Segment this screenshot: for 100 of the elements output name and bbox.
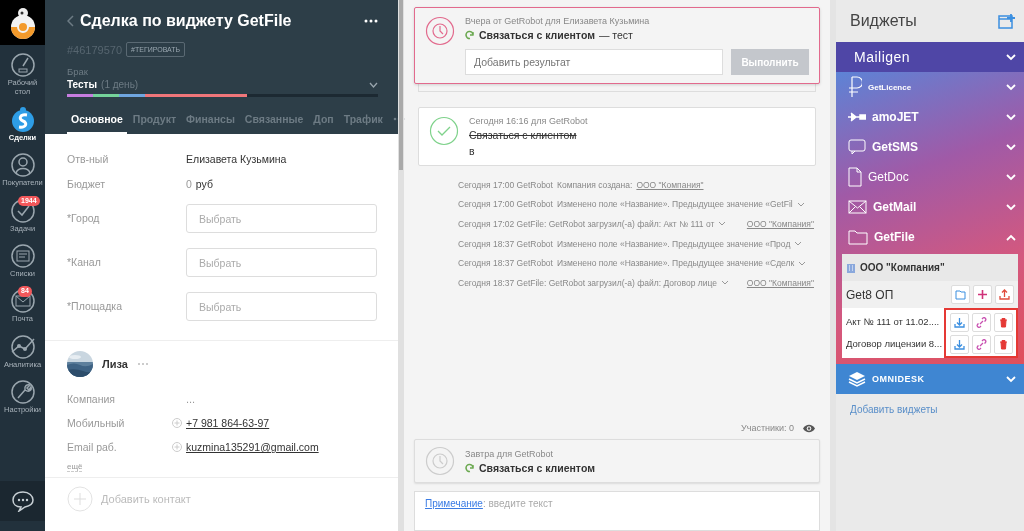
- chevron-down-icon[interactable]: [1006, 83, 1016, 91]
- chevron-down-icon[interactable]: [1006, 53, 1016, 61]
- eye-icon[interactable]: [802, 423, 816, 433]
- field-label: Мобильный: [67, 417, 126, 429]
- chevron-down-icon[interactable]: [1006, 113, 1016, 121]
- company-link[interactable]: ООО "Компания": [746, 277, 814, 288]
- building-icon: [846, 262, 856, 273]
- widget-name: GetDoc: [868, 170, 910, 184]
- deals-icon: [9, 106, 36, 133]
- folder-icon: [955, 289, 966, 300]
- tab[interactable]: Финансы: [182, 109, 239, 134]
- plus-icon: [172, 418, 182, 428]
- clock-icon: [425, 16, 455, 46]
- upload-button[interactable]: [995, 285, 1014, 304]
- chevron-up-icon[interactable]: [1006, 233, 1016, 241]
- trash-button[interactable]: [994, 334, 1013, 354]
- contact-name: Лиза: [102, 358, 128, 370]
- trash-button[interactable]: [994, 312, 1013, 332]
- caret-icon: [796, 201, 805, 207]
- document-icon: [848, 167, 862, 187]
- caret-icon: [721, 280, 730, 286]
- select-field[interactable]: Выбрать: [186, 291, 377, 321]
- plus-button[interactable]: [973, 285, 992, 304]
- field-label: Отв-ный: [67, 152, 110, 165]
- download-button[interactable]: [950, 334, 969, 354]
- widget-name: GetSMS: [872, 140, 919, 154]
- plane-icon: [848, 112, 866, 122]
- plus-icon: [172, 442, 182, 452]
- note-field[interactable]: Примечание: введите текст: [414, 491, 820, 531]
- caret-icon: [718, 221, 727, 227]
- event-meta: Сегодня 18:37 GetRobot: [458, 258, 553, 269]
- tab[interactable]: Связанные: [240, 109, 308, 134]
- task-meta: Сегодня 16:16 для GetRobot: [469, 116, 589, 126]
- task-comment: — тест: [598, 29, 633, 41]
- gauge-icon: [9, 52, 36, 78]
- file-name[interactable]: Договор лицензии 8...: [846, 332, 944, 354]
- ruble-icon: [848, 76, 862, 98]
- download-icon: [954, 316, 965, 328]
- select-field[interactable]: Выбрать: [186, 203, 377, 233]
- trash-icon: [998, 316, 1009, 328]
- add-widget-icon[interactable]: [998, 13, 1016, 29]
- tab[interactable]: Продукт: [128, 109, 181, 134]
- participants-count: Участники: 0: [741, 423, 794, 433]
- company-link[interactable]: ООО "Компания": [636, 179, 704, 190]
- event-meta: Сегодня 17:00 GetRobot: [458, 199, 553, 210]
- add-circle-icon: [67, 486, 93, 512]
- task-meta: Завтра для GetRobot: [465, 448, 555, 459]
- widget-name: OMNIDESK: [872, 374, 926, 384]
- more-icon: [364, 19, 378, 23]
- chevron-down-icon[interactable]: [1006, 375, 1016, 383]
- back-chevron-icon[interactable]: [67, 15, 74, 27]
- tab[interactable]: Основное: [67, 109, 127, 134]
- contact-link[interactable]: +7 981 864-63-97: [186, 417, 270, 429]
- budget-amount: 0: [186, 177, 192, 190]
- widget-name: Mailigen: [853, 49, 912, 65]
- more-link[interactable]: ещё: [67, 462, 83, 472]
- tab[interactable]: Трафик: [339, 109, 387, 134]
- widget-name: amoJET: [872, 110, 920, 124]
- stage-duration: (1 день): [101, 79, 140, 90]
- task-title: Связаться с клиентом: [479, 29, 595, 41]
- chat-icon[interactable]: [10, 490, 35, 512]
- envelope-icon: [9, 288, 36, 315]
- result-field[interactable]: Добавить результат: [465, 49, 723, 75]
- deal-title: Сделка по виджету GetFile: [80, 12, 293, 30]
- field-label: Бюджет: [67, 177, 106, 190]
- event-text: Изменено поле «Название». Предыдущее значение «Сделк: [556, 258, 795, 269]
- chevron-down-icon[interactable]: [1006, 143, 1016, 151]
- caret-icon: [798, 260, 807, 266]
- company-link[interactable]: ООО "Компания": [746, 219, 814, 229]
- field-value: Елизавета Кузьмина: [186, 152, 287, 165]
- add-widgets-link[interactable]: Добавить виджеты: [836, 394, 1024, 425]
- contact-link[interactable]: kuzmina135291@gmail.com: [186, 441, 319, 453]
- select-field[interactable]: Выбрать: [186, 247, 377, 277]
- wrench-icon: [9, 379, 36, 405]
- folder-name: Get8 ОП: [846, 287, 895, 302]
- event-meta: Сегодня 17:00 GetRobot: [458, 179, 553, 190]
- company-name: ООО "Компания": [860, 262, 945, 273]
- event-text: Изменено поле «Название». Предыдущее значение «Прод: [556, 238, 791, 249]
- tab[interactable]: Доп: [309, 109, 338, 134]
- currency-label: руб: [195, 177, 213, 190]
- chevron-down-icon[interactable]: [1006, 173, 1016, 181]
- file-name[interactable]: Акт № 111 от 11.02....: [846, 310, 944, 332]
- download-button[interactable]: [950, 312, 969, 332]
- chevron-down-icon[interactable]: [1006, 203, 1016, 211]
- link-button[interactable]: [972, 334, 991, 354]
- field-label: Email раб.: [67, 441, 118, 453]
- caret-icon: [369, 81, 378, 88]
- link-button[interactable]: [972, 312, 991, 332]
- panel-title: Виджеты: [850, 12, 917, 30]
- list-icon: [9, 242, 36, 269]
- check-circle-icon: [429, 116, 459, 146]
- more-icon: [136, 362, 149, 366]
- field-label: *Площадка: [67, 300, 123, 312]
- caret-icon: [794, 241, 803, 247]
- field-value: ...: [186, 393, 196, 405]
- field-label: *Город: [67, 212, 101, 224]
- link-icon: [976, 338, 987, 350]
- field-label: *Канал: [67, 256, 102, 268]
- task-title: Связаться с клиентом: [469, 129, 577, 141]
- download-icon: [954, 338, 965, 350]
